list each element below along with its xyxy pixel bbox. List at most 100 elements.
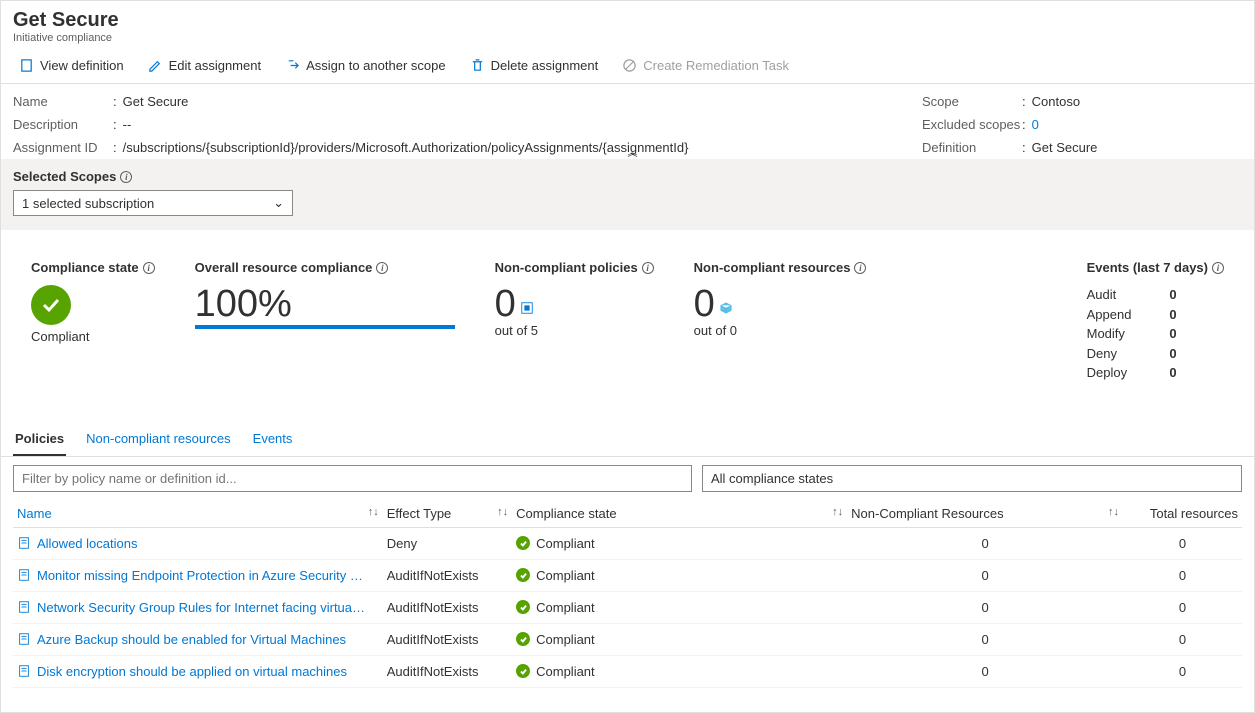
noncompliant-cell: 0 <box>847 591 1123 623</box>
info-icon[interactable]: i <box>1212 262 1224 274</box>
scopes-band: Selected Scopes i 1 selected subscriptio… <box>1 159 1254 230</box>
noncompliant-cell: 0 <box>847 559 1123 591</box>
noncompliant-resources-stat: Non-compliant resources i 0 out of 0 <box>694 260 867 383</box>
info-icon[interactable]: i <box>854 262 866 274</box>
policy-link[interactable]: Monitor missing Endpoint Protection in A… <box>37 568 363 583</box>
scope-value: Contoso <box>1032 94 1080 109</box>
tab-noncompliant-resources[interactable]: Non-compliant resources <box>84 423 233 456</box>
create-remediation-button: Create Remediation Task <box>612 52 799 79</box>
events-stat: Events (last 7 days) i Audit0Append0Modi… <box>1087 260 1224 383</box>
compliance-state-dropdown[interactable]: All compliance states <box>702 465 1242 492</box>
total-cell: 0 <box>1123 623 1242 655</box>
compliance-text: Compliant <box>536 632 595 647</box>
table-row[interactable]: Azure Backup should be enabled for Virtu… <box>13 623 1242 655</box>
policy-link[interactable]: Disk encryption should be applied on vir… <box>37 664 347 679</box>
col-total[interactable]: Total resources <box>1123 500 1242 528</box>
policy-link[interactable]: Network Security Group Rules for Interne… <box>37 600 365 615</box>
policy-link[interactable]: Allowed locations <box>37 536 137 551</box>
compliance-text: Compliant <box>536 664 595 679</box>
assignment-id-value: /subscriptions/{subscriptionId}/provider… <box>123 140 689 155</box>
table-row[interactable]: Allowed locations Deny Compliant 00 <box>13 527 1242 559</box>
tab-events[interactable]: Events <box>251 423 295 456</box>
view-definition-button[interactable]: View definition <box>9 52 134 79</box>
total-cell: 0 <box>1123 559 1242 591</box>
event-label: Modify <box>1087 324 1125 344</box>
noncompliant-cell: 0 <box>847 527 1123 559</box>
info-icon[interactable]: i <box>376 262 388 274</box>
progress-bar <box>195 325 455 329</box>
policy-doc-icon <box>17 600 31 614</box>
compliance-text: Compliant <box>536 568 595 583</box>
policy-link[interactable]: Azure Backup should be enabled for Virtu… <box>37 632 346 647</box>
event-value: 0 <box>1169 285 1176 305</box>
total-cell: 0 <box>1123 527 1242 559</box>
compliant-icon <box>516 536 530 550</box>
noncompliant-cell: 0 <box>847 623 1123 655</box>
total-cell: 0 <box>1123 655 1242 687</box>
col-noncompliant[interactable]: Non-Compliant Resources↑↓ <box>847 500 1123 528</box>
event-value: 0 <box>1169 363 1176 383</box>
policy-doc-icon <box>17 632 31 646</box>
definition-value: Get Secure <box>1032 140 1098 155</box>
info-block: Name:Get Secure Description:-- Assignmen… <box>1 84 1254 159</box>
event-label: Audit <box>1087 285 1117 305</box>
excluded-scopes-label: Excluded scopes <box>922 117 1022 132</box>
overall-compliance-stat: Overall resource compliance i 100% <box>195 260 455 383</box>
collapse-chevron-icon[interactable]: ︽ <box>628 144 638 159</box>
total-cell: 0 <box>1123 591 1242 623</box>
event-label: Deploy <box>1087 363 1127 383</box>
table-row[interactable]: Monitor missing Endpoint Protection in A… <box>13 559 1242 591</box>
compliant-icon <box>516 664 530 678</box>
event-value: 0 <box>1169 324 1176 344</box>
event-label: Append <box>1087 305 1132 325</box>
excluded-scopes-value[interactable]: 0 <box>1032 117 1039 132</box>
table-row[interactable]: Network Security Group Rules for Interne… <box>13 591 1242 623</box>
scope-label: Scope <box>922 94 1022 109</box>
info-icon[interactable]: i <box>120 171 132 183</box>
description-value: -- <box>123 117 132 132</box>
noncompliant-policies-stat: Non-compliant policies i 0 out of 5 <box>495 260 654 383</box>
effect-cell: Deny <box>383 527 512 559</box>
col-name[interactable]: Name↑↓ <box>13 500 383 528</box>
page-subtitle: Initiative compliance <box>13 32 1242 44</box>
name-value: Get Secure <box>123 94 189 109</box>
info-icon[interactable]: i <box>143 262 155 274</box>
effect-cell: AuditIfNotExists <box>383 591 512 623</box>
col-effect[interactable]: Effect Type↑↓ <box>383 500 512 528</box>
event-value: 0 <box>1169 344 1176 364</box>
chevron-down-icon: ⌄ <box>273 195 284 211</box>
tab-policies[interactable]: Policies <box>13 423 66 456</box>
info-icon[interactable]: i <box>642 262 654 274</box>
policy-doc-icon <box>17 664 31 678</box>
compliance-state-stat: Compliance state i Compliant <box>31 260 155 383</box>
toolbar: View definition Edit assignment Assign t… <box>1 48 1254 84</box>
trash-icon <box>470 58 485 73</box>
pencil-icon <box>148 58 163 73</box>
compliance-text: Compliant <box>536 536 595 551</box>
name-label: Name <box>13 94 113 109</box>
effect-cell: AuditIfNotExists <box>383 655 512 687</box>
event-label: Deny <box>1087 344 1117 364</box>
wrench-icon <box>622 58 637 73</box>
event-value: 0 <box>1169 305 1176 325</box>
noncompliant-cell: 0 <box>847 655 1123 687</box>
compliant-icon <box>516 600 530 614</box>
policy-doc-icon <box>17 536 31 550</box>
assignment-id-label: Assignment ID <box>13 140 113 155</box>
compliance-text: Compliant <box>536 600 595 615</box>
policy-filter-input[interactable] <box>13 465 692 492</box>
description-label: Description <box>13 117 113 132</box>
effect-cell: AuditIfNotExists <box>383 559 512 591</box>
table-row[interactable]: Disk encryption should be applied on vir… <box>13 655 1242 687</box>
effect-cell: AuditIfNotExists <box>383 623 512 655</box>
col-state[interactable]: Compliance state↑↓ <box>512 500 847 528</box>
compliant-icon <box>516 632 530 646</box>
assign-scope-button[interactable]: Assign to another scope <box>275 52 455 79</box>
scopes-dropdown[interactable]: 1 selected subscription ⌄ <box>13 190 293 216</box>
definition-label: Definition <box>922 140 1022 155</box>
compliant-icon <box>516 568 530 582</box>
delete-assignment-button[interactable]: Delete assignment <box>460 52 609 79</box>
policy-icon <box>520 301 534 315</box>
arrow-right-icon <box>285 58 300 73</box>
edit-assignment-button[interactable]: Edit assignment <box>138 52 272 79</box>
